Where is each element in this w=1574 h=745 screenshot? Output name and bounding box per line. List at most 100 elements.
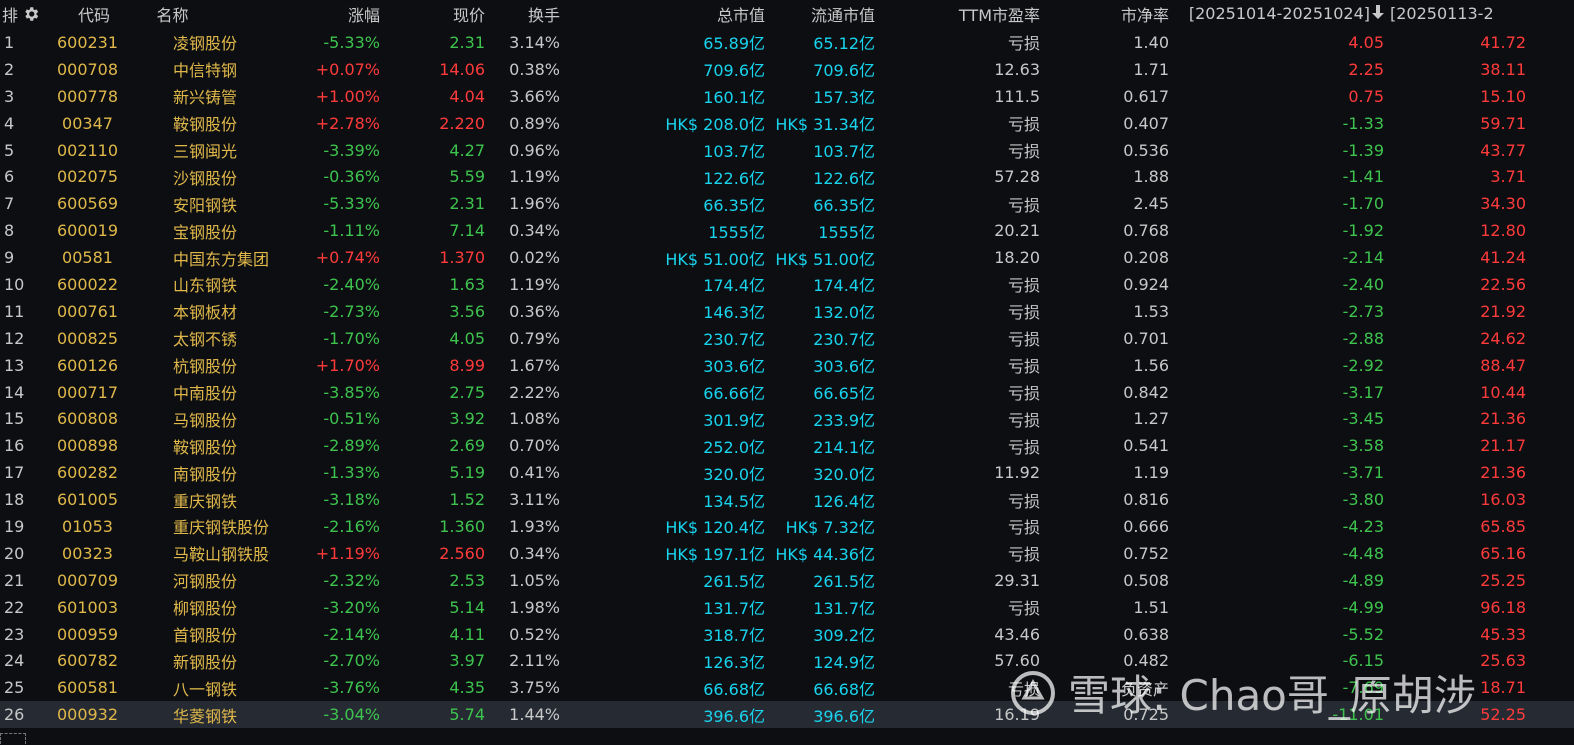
table-row[interactable]: 8 600019 宝钢股份 -1.11% 7.14 0.34% 1555亿 1555亿 20.2…: [0, 217, 1574, 244]
price: 5.19: [449, 463, 485, 483]
header-rank[interactable]: 排: [0, 2, 40, 26]
table-row[interactable]: 16 000898 鞍钢股份 -2.89% 2.69 0.70% 252.0亿 214.1亿 亏…: [0, 432, 1574, 459]
pb-ratio: 0.407: [1123, 113, 1169, 133]
stock-code: 000898: [56, 436, 119, 456]
row-index: 5: [4, 140, 15, 160]
change-pct: -2.89%: [323, 436, 380, 456]
pb-ratio: 负资产: [1120, 679, 1169, 699]
header-float-mv[interactable]: 流通市值: [765, 2, 875, 26]
table-row[interactable]: 22 601003 柳钢股份 -3.20% 5.14 1.98% 131.7亿 131.7亿 亏…: [0, 594, 1574, 621]
table-row[interactable]: 20 00323 马鞍山钢铁股份 +1.19% 2.560 0.34% HK$ 197.1亿…: [0, 540, 1574, 567]
header-pe[interactable]: TTM市盈率: [875, 2, 1040, 26]
range2-return: 25.25: [1480, 570, 1526, 590]
header-turnover[interactable]: 换手: [485, 2, 560, 26]
float-market-value: 132.0亿: [813, 303, 875, 323]
pe-ttm: 12.63: [994, 59, 1040, 79]
row-index: 18: [4, 490, 25, 510]
table-row[interactable]: 15 600808 马钢股份 -0.51% 3.92 1.08% 301.9亿 233.9亿 亏…: [0, 405, 1574, 432]
turnover: 1.19%: [509, 167, 560, 187]
table-row[interactable]: 23 000959 首钢股份 -2.14% 4.11 0.52% 318.7亿 309.2亿 4…: [0, 621, 1574, 648]
table-row[interactable]: 26 000932 华菱钢铁 -3.04% 5.74 1.44% 396.6亿 396.6亿 1…: [0, 701, 1574, 729]
price: 3.97: [449, 651, 485, 671]
header-range2[interactable]: [20250113-2: [1384, 4, 1532, 23]
table-row[interactable]: 5 002110 三钢闽光 -3.39% 4.27 0.96% 103.7亿 103.7亿 亏损…: [0, 137, 1574, 164]
table-row[interactable]: 24 600782 新钢股份 -2.70% 3.97 2.11% 126.3亿 124.9亿 5…: [0, 647, 1574, 674]
change-pct: -3.20%: [323, 597, 380, 617]
turnover: 0.38%: [509, 59, 560, 79]
total-market-value: HK$ 51.00亿: [665, 249, 765, 269]
price: 4.35: [449, 678, 485, 698]
table-row[interactable]: 17 600282 南钢股份 -1.33% 5.19 0.41% 320.0亿 320.0亿 1…: [0, 459, 1574, 486]
row-index: 20: [4, 543, 25, 563]
change-pct: -5.33%: [323, 32, 380, 52]
price: 1.63: [449, 274, 485, 294]
total-market-value: 146.3亿: [703, 303, 765, 323]
header-name[interactable]: 名称: [135, 2, 270, 26]
table-row[interactable]: 14 000717 中南股份 -3.85% 2.75 2.22% 66.66亿 66.65亿 亏…: [0, 379, 1574, 406]
table-row[interactable]: 2 000708 中信特钢 +0.07% 14.06 0.38% 709.6亿 709.6亿 1…: [0, 56, 1574, 83]
range2-return: 22.56: [1480, 274, 1526, 294]
table-row[interactable]: 25 600581 八一钢铁 -3.76% 4.35 3.75% 66.68亿 66.68亿 亏…: [0, 674, 1574, 701]
table-row[interactable]: 13 600126 杭钢股份 +1.70% 8.99 1.67% 303.6亿 303.6亿 亏…: [0, 352, 1574, 379]
pe-ttm: 43.46: [994, 624, 1040, 644]
gear-icon[interactable]: [22, 4, 40, 24]
table-row[interactable]: 1 600231 凌钢股份 -5.33% 2.31 3.14% 65.89亿 65.12亿 亏损…: [0, 29, 1574, 56]
turnover: 1.05%: [509, 570, 560, 590]
pb-ratio: 2.45: [1133, 194, 1169, 214]
table-row[interactable]: 11 000761 本钢板材 -2.73% 3.56 0.36% 146.3亿 132.0亿 亏…: [0, 298, 1574, 325]
row-index: 8: [4, 221, 15, 241]
float-market-value: HK$ 31.34亿: [775, 115, 875, 135]
range2-return: 65.85: [1480, 516, 1526, 536]
change-pct: -3.39%: [323, 140, 380, 160]
pe-ttm: 亏损: [1007, 276, 1040, 296]
table-row[interactable]: 7 600569 安阳钢铁 -5.33% 2.31 1.96% 66.35亿 66.35亿 亏损…: [0, 190, 1574, 217]
pb-ratio: 0.924: [1123, 274, 1169, 294]
pe-ttm: 亏损: [1007, 115, 1040, 135]
stock-code: 00581: [62, 248, 113, 268]
total-market-value: 66.66亿: [703, 384, 765, 404]
range1-return: -4.99: [1342, 597, 1384, 617]
price: 2.53: [449, 570, 485, 590]
stock-name: 南钢股份: [173, 464, 238, 484]
stock-name: 凌钢股份: [173, 34, 238, 54]
header-total-mv[interactable]: 总市值: [560, 2, 765, 26]
table-row[interactable]: 19 01053 重庆钢铁股份 -2.16% 1.360 1.93% HK$ 120.4亿 H…: [0, 513, 1574, 540]
range2-return: 18.71: [1480, 678, 1526, 698]
table-row[interactable]: 12 000825 太钢不锈 -1.70% 4.05 0.79% 230.7亿 230.7亿 亏…: [0, 325, 1574, 352]
stock-name: 华菱钢铁: [173, 706, 238, 726]
pb-ratio: 1.71: [1133, 59, 1169, 79]
change-pct: -3.04%: [323, 705, 380, 725]
turnover: 2.22%: [509, 382, 560, 402]
header-range1[interactable]: [20251014-20251024]: [1169, 4, 1384, 23]
table-row[interactable]: 3 000778 新兴铸管 +1.00% 4.04 3.66% 160.1亿 157.3亿 11…: [0, 83, 1574, 110]
float-market-value: 303.6亿: [813, 357, 875, 377]
stock-name: 三钢闽光: [173, 142, 238, 161]
pe-ttm: 亏损: [1007, 545, 1040, 565]
float-market-value: 122.6亿: [813, 168, 875, 188]
arrow-down-icon: [1372, 5, 1384, 19]
header-price[interactable]: 现价: [380, 2, 485, 26]
pe-ttm: 18.20: [994, 248, 1040, 268]
table-row[interactable]: 10 600022 山东钢铁 -2.40% 1.63 1.19% 174.4亿 174.4亿 亏…: [0, 271, 1574, 298]
table-row[interactable]: 21 000709 河钢股份 -2.32% 2.53 1.05% 261.5亿 261.5亿 2…: [0, 567, 1574, 594]
turnover: 1.67%: [509, 355, 560, 375]
price: 8.99: [449, 355, 485, 375]
header-code[interactable]: 代码: [40, 2, 135, 26]
range2-return: 43.77: [1480, 140, 1526, 160]
header-change[interactable]: 涨幅: [270, 2, 380, 26]
total-market-value: 230.7亿: [703, 330, 765, 350]
table-row[interactable]: 18 601005 重庆钢铁 -3.18% 1.52 3.11% 134.5亿 126.4亿 亏…: [0, 486, 1574, 513]
table-row[interactable]: 6 002075 沙钢股份 -0.36% 5.59 1.19% 122.6亿 122.6亿 57…: [0, 163, 1574, 190]
table-row[interactable]: 4 00347 鞍钢股份 +2.78% 2.220 0.89% HK$ 208.0亿 HK$ …: [0, 110, 1574, 137]
table-row[interactable]: 9 00581 中国东方集团 +0.74% 1.370 0.02% HK$ 51.00亿 HK…: [0, 244, 1574, 271]
range2-return: 15.10: [1480, 86, 1526, 106]
stock-name: 本钢板材: [173, 303, 238, 323]
header-pb[interactable]: 市净率: [1040, 2, 1169, 26]
change-pct: +0.74%: [315, 248, 380, 268]
pe-ttm: 57.28: [994, 167, 1040, 187]
float-market-value: 709.6亿: [813, 61, 875, 81]
pe-ttm: 亏损: [1007, 195, 1040, 215]
float-market-value: 124.9亿: [813, 652, 875, 672]
range2-return: 21.17: [1480, 436, 1526, 456]
turnover: 3.11%: [509, 490, 560, 510]
